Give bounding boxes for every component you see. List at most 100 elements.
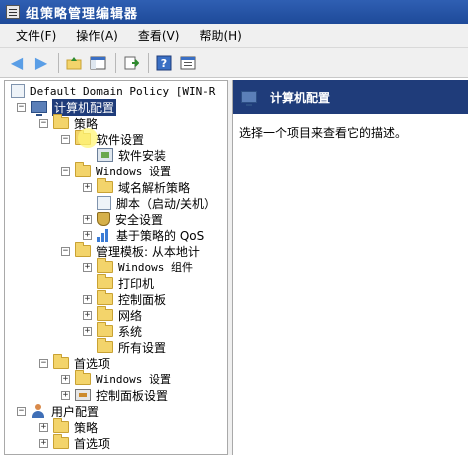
collapse-icon[interactable]: − xyxy=(17,406,26,416)
tree-item-security-settings[interactable]: + 安全设置 xyxy=(83,211,163,227)
expand-icon[interactable]: + xyxy=(61,390,70,400)
tree-label: 网络 xyxy=(118,308,143,323)
details-pane: 计算机配置 选择一个项目来查看它的描述。 xyxy=(232,80,468,455)
tree-label: Default Domain Policy [WIN-R xyxy=(30,84,216,98)
tree-label: 域名解析策略 xyxy=(118,180,191,195)
tree-item-root[interactable]: Default Domain Policy [WIN-R xyxy=(11,83,215,99)
tree-item-network[interactable]: + 网络 xyxy=(83,306,143,323)
collapse-icon[interactable]: − xyxy=(39,118,48,128)
help-icon: ? xyxy=(156,55,172,70)
title-bar: 组策略管理编辑器 xyxy=(0,0,468,24)
folder-icon xyxy=(97,338,113,353)
menu-bar: 文件(F) 操作(A) 查看(V) 帮助(H) xyxy=(0,24,468,48)
show-hide-tree-button[interactable] xyxy=(87,52,109,74)
menu-file[interactable]: 文件(F) xyxy=(0,27,66,44)
tree-label: 软件安装 xyxy=(118,148,167,163)
mouse-cursor-highlight xyxy=(78,128,98,148)
properties-button[interactable] xyxy=(177,52,199,74)
expand-icon[interactable]: + xyxy=(83,214,92,224)
folder-icon xyxy=(53,418,69,433)
folder-icon xyxy=(53,434,69,449)
tree-item-software-settings[interactable]: − 软件设置 xyxy=(61,130,145,147)
expand-icon[interactable]: + xyxy=(83,326,92,336)
software-install-icon xyxy=(97,148,113,162)
tree-item-windows-settings[interactable]: − Windows 设置 xyxy=(61,162,171,179)
script-icon xyxy=(97,196,111,210)
collapse-icon[interactable]: − xyxy=(61,134,70,144)
forward-button[interactable]: ▶ xyxy=(30,52,52,74)
tree-label: 安全设置 xyxy=(115,212,164,227)
folder-icon xyxy=(75,370,91,385)
console-tree-pane[interactable]: Default Domain Policy [WIN-R − 计算机配置 − 策… xyxy=(4,80,228,455)
tree-label: 首选项 xyxy=(74,356,111,371)
tree-item-windows-components[interactable]: + Windows 组件 xyxy=(83,258,193,275)
tree-item-user-preferences[interactable]: + 首选项 xyxy=(39,434,111,451)
tree-item-qos[interactable]: + 基于策略的 QoS xyxy=(83,227,204,243)
menu-view[interactable]: 查看(V) xyxy=(128,27,190,44)
tree-item-user-policies[interactable]: + 策略 xyxy=(39,418,99,435)
expand-icon[interactable]: + xyxy=(83,182,92,192)
collapse-icon[interactable]: − xyxy=(61,246,70,256)
export-list-icon xyxy=(124,56,139,69)
tree-item-software-install[interactable]: 软件安装 xyxy=(83,147,166,163)
tree-label: 脚本（启动/关机） xyxy=(116,196,217,211)
folder-icon xyxy=(97,290,113,305)
collapse-icon[interactable]: − xyxy=(17,102,26,112)
tree-label: 策略 xyxy=(74,420,99,435)
toolbar-separator xyxy=(148,52,149,73)
tree-label: 控制面板 xyxy=(118,292,167,307)
properties-icon xyxy=(180,56,196,69)
up-folder-button[interactable] xyxy=(63,52,85,74)
tree-label: 打印机 xyxy=(118,276,155,291)
svg-text:?: ? xyxy=(161,57,167,70)
back-arrow-icon: ◀ xyxy=(10,52,24,72)
tree-item-pref-control-panel[interactable]: + 控制面板设置 xyxy=(61,387,168,403)
tree-item-preferences[interactable]: − 首选项 xyxy=(39,354,111,371)
tree-label: 软件设置 xyxy=(96,132,145,147)
computer-icon xyxy=(241,91,257,106)
tree-label: 首选项 xyxy=(74,436,111,451)
qos-chart-icon xyxy=(97,228,111,242)
expand-icon[interactable]: + xyxy=(83,230,92,240)
tree-item-system[interactable]: + 系统 xyxy=(83,322,143,339)
tree-label: 系统 xyxy=(118,324,143,339)
expand-icon[interactable]: + xyxy=(61,374,70,384)
expand-icon[interactable]: + xyxy=(83,294,92,304)
app-icon xyxy=(6,5,20,19)
help-button[interactable]: ? xyxy=(153,52,175,74)
console-tree-icon xyxy=(90,56,106,69)
collapse-icon[interactable]: − xyxy=(39,358,48,368)
computer-icon xyxy=(31,101,47,116)
folder-icon xyxy=(97,306,113,321)
tree-item-computer-config[interactable]: − 计算机配置 xyxy=(17,98,117,116)
tree-item-admin-templates[interactable]: − 管理模板: 从本地计 xyxy=(61,242,200,259)
tree-item-printers[interactable]: 打印机 xyxy=(83,274,155,291)
folder-icon xyxy=(97,274,113,289)
expand-icon[interactable]: + xyxy=(39,438,48,448)
collapse-icon[interactable]: − xyxy=(61,166,70,176)
tree-item-name-resolution[interactable]: + 域名解析策略 xyxy=(83,178,191,195)
folder-icon xyxy=(53,114,69,129)
menu-help[interactable]: 帮助(H) xyxy=(189,27,251,44)
tree-item-pref-windows-settings[interactable]: + Windows 设置 xyxy=(61,370,171,387)
expand-icon[interactable]: + xyxy=(83,262,92,272)
back-button[interactable]: ◀ xyxy=(6,52,28,74)
folder-icon xyxy=(53,354,69,369)
export-list-button[interactable] xyxy=(120,52,142,74)
details-description: 选择一个项目来查看它的描述。 xyxy=(239,126,408,140)
tree-item-user-config[interactable]: − 用户配置 xyxy=(17,403,99,419)
tree-item-scripts[interactable]: 脚本（启动/关机） xyxy=(83,195,216,211)
toolbar-separator xyxy=(115,52,116,73)
security-icon xyxy=(97,212,110,226)
expand-icon[interactable]: + xyxy=(83,310,92,320)
tree-item-control-panel[interactable]: + 控制面板 xyxy=(83,290,167,307)
policy-document-icon xyxy=(11,84,25,98)
expand-icon[interactable]: + xyxy=(39,422,48,432)
folder-icon xyxy=(75,162,91,177)
menu-action[interactable]: 操作(A) xyxy=(66,27,128,44)
toolbar-separator xyxy=(58,52,59,73)
control-panel-icon xyxy=(75,389,91,401)
tree-label: 控制面板设置 xyxy=(96,388,169,403)
tree-item-all-settings[interactable]: 所有设置 xyxy=(83,338,166,355)
details-title: 计算机配置 xyxy=(270,90,331,105)
